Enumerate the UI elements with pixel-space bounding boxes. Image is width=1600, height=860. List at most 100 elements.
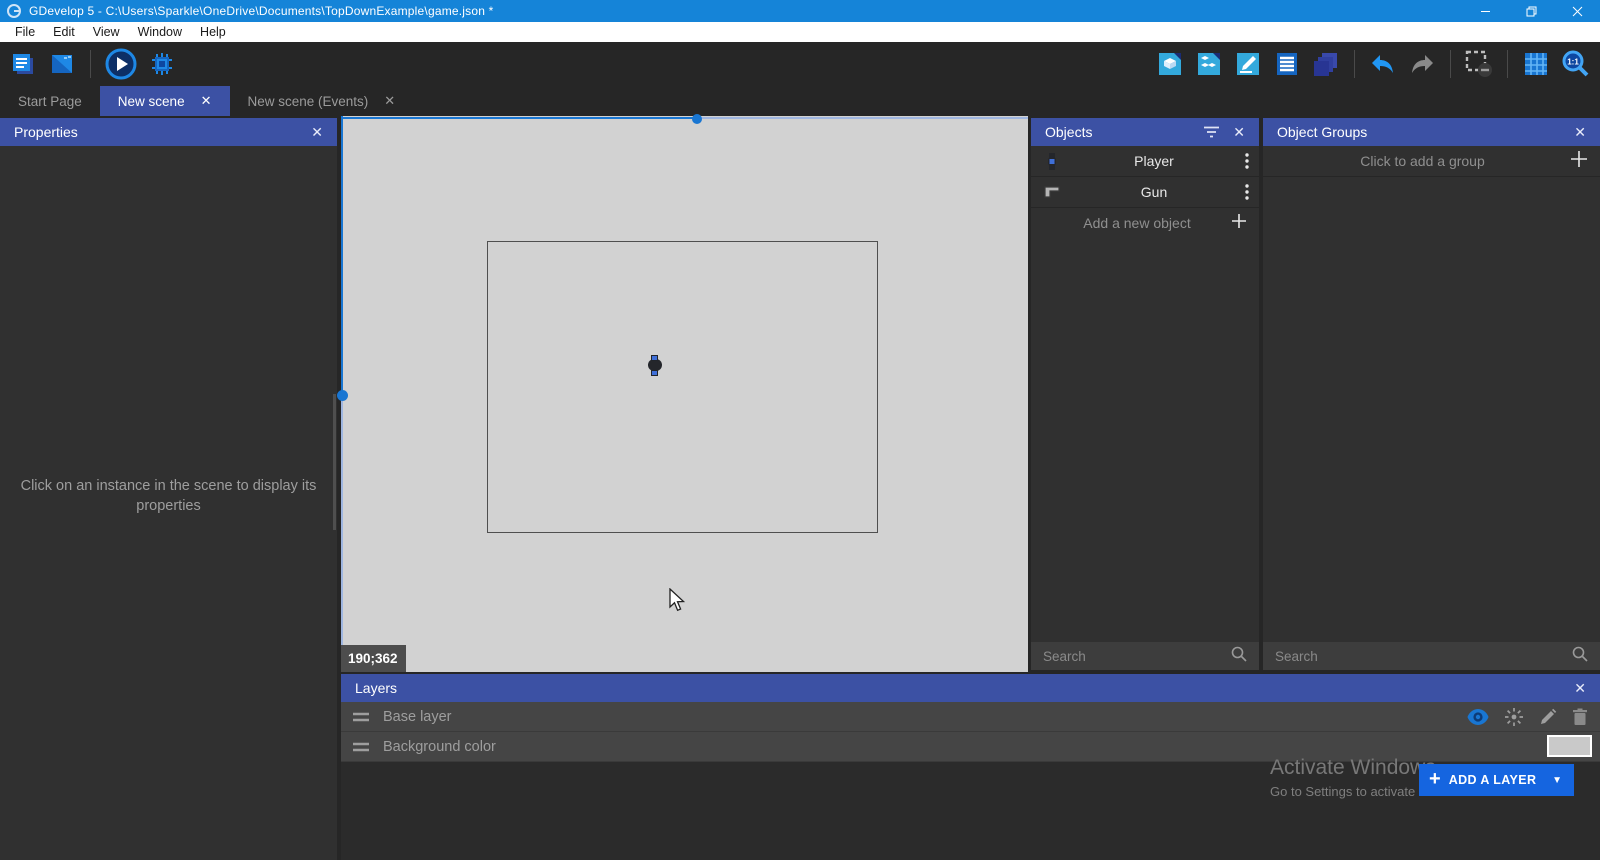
cursor-coordinates-badge: 190;362 bbox=[341, 645, 406, 672]
filter-icon[interactable] bbox=[1204, 126, 1219, 138]
panel-title: Layers bbox=[355, 680, 397, 696]
player-instance[interactable] bbox=[648, 355, 662, 376]
close-button[interactable] bbox=[1554, 0, 1600, 22]
layer-row-background-color[interactable]: Background color bbox=[341, 732, 1600, 762]
tab-new-scene-events[interactable]: New scene (Events) ✕ bbox=[230, 86, 414, 116]
menu-help[interactable]: Help bbox=[191, 22, 235, 42]
window-title: GDevelop 5 - C:\Users\Sparkle\OneDrive\D… bbox=[29, 4, 494, 18]
background-color-swatch[interactable] bbox=[1547, 735, 1592, 757]
restore-button[interactable] bbox=[1508, 0, 1554, 22]
gun-object-icon bbox=[1041, 185, 1063, 199]
start-page-icon[interactable] bbox=[47, 49, 77, 79]
object-groups-icon[interactable] bbox=[1194, 49, 1224, 79]
debug-icon[interactable] bbox=[147, 49, 177, 79]
menu-edit[interactable]: Edit bbox=[44, 22, 84, 42]
horizontal-scrollbar-handle[interactable] bbox=[692, 114, 702, 124]
scene-editor-canvas[interactable]: 190;362 bbox=[341, 116, 1028, 672]
objects-search-input[interactable] bbox=[1043, 649, 1231, 664]
toolbar-divider bbox=[90, 50, 91, 78]
vertical-scrollbar-handle[interactable] bbox=[337, 390, 348, 401]
add-layer-label: ADD A LAYER bbox=[1449, 773, 1537, 787]
minimize-button[interactable] bbox=[1462, 0, 1508, 22]
plus-icon bbox=[1231, 213, 1247, 234]
panel-title: Properties bbox=[14, 124, 78, 140]
drag-handle-icon[interactable] bbox=[353, 712, 369, 722]
plus-icon bbox=[1570, 150, 1588, 173]
layer-name: Base layer bbox=[383, 709, 452, 725]
preview-play-icon[interactable] bbox=[104, 47, 138, 81]
player-shoulder-bottom bbox=[651, 370, 658, 376]
add-group-label: Click to add a group bbox=[1275, 153, 1570, 169]
object-groups-panel: Object Groups ✕ Click to add a group bbox=[1263, 118, 1600, 670]
three-dot-menu-icon[interactable] bbox=[1245, 184, 1249, 200]
zoom-original-icon[interactable]: 1:1 bbox=[1560, 49, 1590, 79]
layers-editor-icon[interactable] bbox=[1311, 49, 1341, 79]
tab-label: New scene (Events) bbox=[248, 94, 369, 109]
toolbar: 1:1 bbox=[0, 42, 1600, 86]
object-groups-search-bar bbox=[1263, 642, 1600, 670]
properties-empty-message: Click on an instance in the scene to dis… bbox=[20, 476, 317, 516]
add-object-label: Add a new object bbox=[1043, 215, 1231, 231]
properties-panel-header: Properties ✕ bbox=[0, 118, 337, 146]
add-layer-button[interactable]: + ADD A LAYER ▼ bbox=[1419, 764, 1574, 796]
visibility-eye-icon[interactable] bbox=[1467, 709, 1489, 725]
game-window-bounds bbox=[487, 241, 878, 533]
drag-handle-icon[interactable] bbox=[353, 742, 369, 752]
tab-start-page[interactable]: Start Page bbox=[0, 86, 100, 116]
menu-file[interactable]: File bbox=[6, 22, 44, 42]
vertical-scrollbar-track[interactable] bbox=[341, 394, 343, 672]
three-dot-menu-icon[interactable] bbox=[1245, 153, 1249, 169]
add-group-button[interactable]: Click to add a group bbox=[1263, 146, 1600, 177]
main-area: Properties ✕ Click on an instance in the… bbox=[0, 116, 1600, 860]
window-controls bbox=[1462, 0, 1600, 22]
undo-icon[interactable] bbox=[1368, 49, 1398, 79]
toolbar-right-group: 1:1 bbox=[1155, 42, 1590, 86]
menu-window[interactable]: Window bbox=[129, 22, 191, 42]
toolbar-divider bbox=[1450, 50, 1451, 78]
project-manager-icon[interactable] bbox=[8, 49, 38, 79]
tab-close-icon[interactable]: ✕ bbox=[384, 93, 395, 109]
panel-title: Objects bbox=[1045, 124, 1092, 140]
layers-panel: Layers ✕ Base layer bbox=[341, 674, 1600, 860]
objects-editor-icon[interactable] bbox=[1155, 49, 1185, 79]
toolbar-left-group bbox=[8, 42, 177, 86]
object-row-gun[interactable]: Gun bbox=[1031, 177, 1259, 208]
tab-new-scene[interactable]: New scene ✕ bbox=[100, 86, 230, 116]
horizontal-scrollbar-track[interactable] bbox=[697, 117, 1028, 119]
object-groups-search-input[interactable] bbox=[1275, 649, 1572, 664]
layer-effects-icon[interactable] bbox=[1504, 707, 1524, 727]
deselect-instances-icon[interactable] bbox=[1464, 49, 1494, 79]
add-object-button[interactable]: Add a new object bbox=[1031, 208, 1259, 238]
properties-panel: Properties ✕ Click on an instance in the… bbox=[0, 118, 337, 860]
layer-row-base[interactable]: Base layer bbox=[341, 702, 1600, 732]
close-icon[interactable]: ✕ bbox=[1233, 124, 1245, 141]
toggle-grid-icon[interactable] bbox=[1521, 49, 1551, 79]
plus-icon: + bbox=[1429, 768, 1441, 791]
vertical-scrollbar[interactable] bbox=[341, 116, 343, 394]
scrollbar[interactable] bbox=[333, 394, 336, 530]
search-icon bbox=[1231, 646, 1247, 667]
object-name: Gun bbox=[1063, 184, 1245, 200]
menu-view[interactable]: View bbox=[84, 22, 129, 42]
close-icon[interactable]: ✕ bbox=[1574, 124, 1586, 141]
edit-pencil-icon[interactable] bbox=[1539, 708, 1557, 726]
gdevelop-logo-icon bbox=[7, 4, 21, 18]
menu-bar: File Edit View Window Help bbox=[0, 22, 1600, 42]
mouse-cursor-icon bbox=[669, 588, 687, 619]
player-object-icon bbox=[1041, 153, 1063, 170]
delete-trash-icon[interactable] bbox=[1572, 708, 1588, 726]
chevron-down-icon[interactable]: ▼ bbox=[1552, 775, 1562, 786]
toolbar-divider bbox=[1507, 50, 1508, 78]
object-name: Player bbox=[1063, 153, 1245, 169]
tab-close-icon[interactable]: ✕ bbox=[201, 93, 212, 109]
title-bar: GDevelop 5 - C:\Users\Sparkle\OneDrive\D… bbox=[0, 0, 1600, 22]
redo-icon[interactable] bbox=[1407, 49, 1437, 79]
search-icon bbox=[1572, 646, 1588, 667]
svg-text:1:1: 1:1 bbox=[1567, 58, 1579, 67]
properties-editor-icon[interactable] bbox=[1233, 49, 1263, 79]
horizontal-scrollbar[interactable] bbox=[341, 117, 697, 119]
close-icon[interactable]: ✕ bbox=[1574, 680, 1586, 697]
instances-list-icon[interactable] bbox=[1272, 49, 1302, 79]
close-icon[interactable]: ✕ bbox=[311, 124, 323, 141]
object-row-player[interactable]: Player bbox=[1031, 146, 1259, 177]
